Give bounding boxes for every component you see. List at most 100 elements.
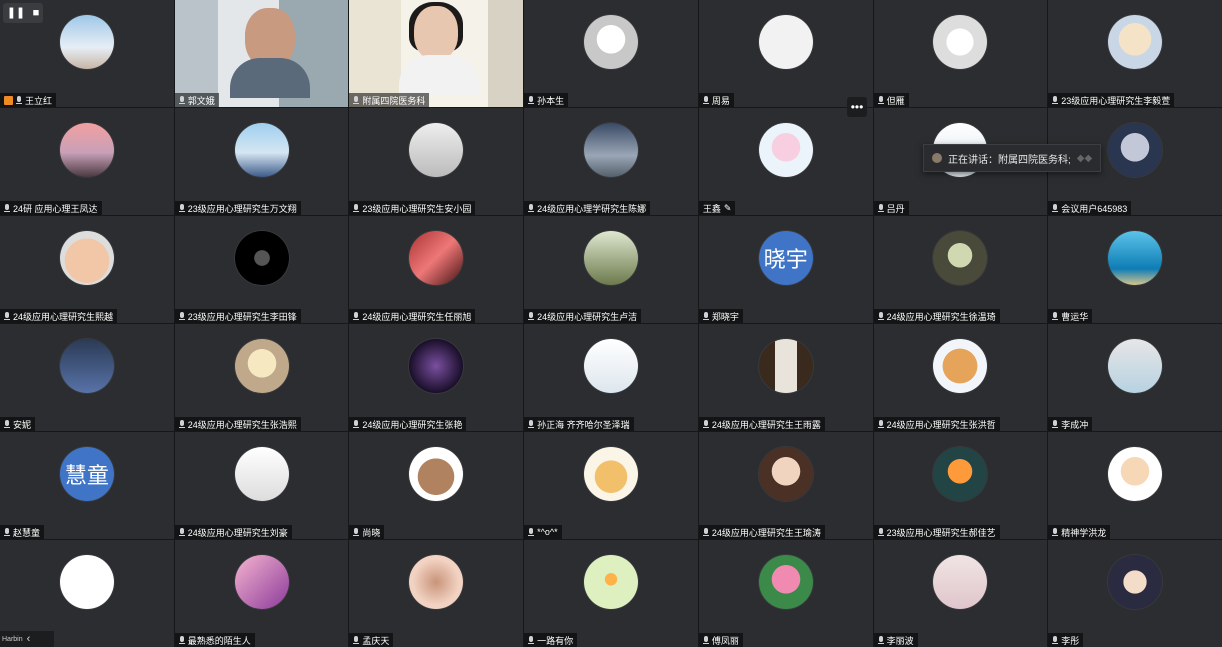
participant-name: 孙本生 — [537, 95, 565, 106]
participant-avatar — [234, 123, 289, 178]
participant-tile[interactable]: 李成冲 — [1048, 324, 1222, 431]
participant-name: 孟庆天 — [362, 635, 390, 646]
participant-name-bar: 24级应用心理研究生王瑜涛 — [698, 525, 825, 539]
collapse-chevron-icon[interactable]: ‹ — [27, 633, 31, 645]
participant-avatar — [933, 339, 988, 394]
participant-tile[interactable]: 曹运华 — [1048, 216, 1222, 323]
participant-tile[interactable]: 24级应用心理学研究生陈娜 — [524, 108, 698, 215]
participant-tile[interactable]: 24级应用心理研究生王雨露 — [698, 324, 873, 431]
participant-avatar — [583, 231, 638, 286]
participant-name: 李成冲 — [1061, 419, 1089, 430]
participant-name-bar: 安妮 — [0, 417, 36, 431]
participant-avatar — [583, 123, 638, 178]
participant-name-bar: 24级应用心理研究生张浩熙 — [174, 417, 301, 431]
participant-name: 郭文娥 — [187, 95, 215, 106]
microphone-icon — [1052, 204, 1059, 212]
participant-name-bar: 24级应用心理学研究生陈娜 — [524, 201, 651, 215]
participant-avatar: 晓宇 — [758, 231, 813, 286]
participant-tile[interactable]: 周易 — [698, 0, 873, 107]
microphone-icon — [1052, 312, 1059, 320]
pause-icon[interactable]: ❚❚ — [7, 7, 25, 19]
participant-name: 会议用户645983 — [1061, 203, 1128, 214]
microphone-icon — [877, 96, 884, 104]
microphone-icon — [353, 420, 360, 428]
microphone-icon — [4, 312, 10, 320]
participant-avatar — [758, 15, 813, 70]
microphone-icon — [702, 528, 709, 536]
participant-name-bar: 孙本生 — [524, 93, 569, 107]
microphone-icon — [178, 312, 185, 320]
participant-tile[interactable]: 24研 应用心理王凤达 — [0, 108, 174, 215]
participant-tile[interactable]: 24级应用心理研究生任丽旭 — [349, 216, 524, 323]
participant-tile[interactable]: 李丽波 — [873, 540, 1048, 647]
participant-name: 24级应用心理研究生徐温琦 — [886, 311, 996, 322]
participant-tile[interactable]: 郭文娥 — [174, 0, 349, 107]
participant-tile[interactable]: 23级应用心理研究生李毅萱 — [1048, 0, 1222, 107]
participant-name-bar: 会议用户645983 — [1048, 201, 1132, 215]
participant-name: 24级应用心理学研究生陈娜 — [537, 203, 647, 214]
participant-name: 24级应用心理研究生刘豪 — [187, 527, 288, 538]
participant-name: 24级应用心理研究生王雨露 — [711, 419, 821, 430]
participant-name-bar: 23级应用心理研究生李毅萱 — [1048, 93, 1175, 107]
participant-tile[interactable]: 23级应用心理研究生李田锋 — [174, 216, 349, 323]
participant-name-bar: 24级应用心理研究生刘豪 — [174, 525, 292, 539]
participant-tile[interactable]: 尚晓 — [349, 432, 524, 539]
participant-name-bar: 但雁 — [873, 93, 909, 107]
rename-pencil-icon[interactable]: ✎ — [724, 203, 732, 214]
participant-tile[interactable]: 24级应用心理研究生徐温琦 — [873, 216, 1048, 323]
stop-icon[interactable]: ■ — [33, 7, 40, 19]
participant-name: 赵慧童 — [13, 527, 41, 538]
participant-avatar — [933, 555, 988, 610]
participant-tile[interactable]: 23级应用心理研究生万文翔 — [174, 108, 349, 215]
participant-tile[interactable]: 24级应用心理研究生张浩熙 — [174, 324, 349, 431]
microphone-icon — [178, 96, 185, 104]
participant-tile[interactable]: 傅凤丽 — [698, 540, 873, 647]
participant-name: 24级应用心理研究生卢洁 — [537, 311, 638, 322]
microphone-icon — [1052, 420, 1059, 428]
participant-name: 郑晓宇 — [711, 311, 739, 322]
participant-tile[interactable]: 慧童 赵慧童 — [0, 432, 174, 539]
participant-tile[interactable]: 晓宇郑晓宇 — [698, 216, 873, 323]
participant-tile[interactable]: 最熟悉的陌生人 — [174, 540, 349, 647]
participant-tile[interactable]: 24级应用心理研究生张洪哲 — [873, 324, 1048, 431]
participant-tile[interactable]: 李彤 — [1048, 540, 1222, 647]
microphone-icon — [877, 312, 884, 320]
microphone-icon — [877, 636, 884, 644]
participant-name: 最熟悉的陌生人 — [187, 635, 251, 646]
participant-avatar — [409, 447, 464, 502]
participant-name-bar: 24级应用心理研究生张洪哲 — [873, 417, 1000, 431]
harbin-label: Harbin — [2, 635, 23, 643]
participant-tile[interactable]: 一路有你 — [524, 540, 698, 647]
host-icon — [4, 95, 13, 105]
participant-name-bar: 一路有你 — [524, 633, 578, 647]
participant-avatar — [409, 339, 464, 394]
microphone-icon — [528, 204, 535, 212]
participant-name-bar: 周易 — [698, 93, 734, 107]
participant-name-bar: 李丽波 — [873, 633, 918, 647]
microphone-icon — [353, 312, 360, 320]
participant-name-bar: 24级应用心理研究生张艳 — [349, 417, 467, 431]
participant-tile[interactable]: 安妮 — [0, 324, 174, 431]
more-options-button[interactable]: ••• — [847, 97, 867, 117]
participant-name: 24级应用心理研究生任丽旭 — [362, 311, 472, 322]
participant-tile[interactable]: 24级应用心理研究生王瑜涛 — [698, 432, 873, 539]
participant-tile[interactable]: 孙正海 齐齐哈尔圣泽瑞 — [524, 324, 698, 431]
participant-name: 一路有你 — [537, 635, 574, 646]
participant-tile[interactable]: 但雁 — [873, 0, 1048, 107]
participant-tile[interactable]: 23级应用心理研究生安小园 — [349, 108, 524, 215]
participant-tile[interactable]: 24级应用心理研究生熙越 — [0, 216, 174, 323]
participant-tile[interactable]: 王鑫 ✎ — [698, 108, 873, 215]
participant-tile[interactable]: 附属四院医务科 — [349, 0, 524, 107]
microphone-icon — [353, 528, 360, 536]
participant-tile[interactable]: 24级应用心理研究生张艳 — [349, 324, 524, 431]
participant-tile[interactable]: 孟庆天 — [349, 540, 524, 647]
participant-tile[interactable]: 孙本生 — [524, 0, 698, 107]
participant-tile[interactable]: 24级应用心理研究生卢洁 — [524, 216, 698, 323]
dismiss-chevron-icon[interactable]: ◆◆ — [1077, 153, 1092, 164]
participant-tile[interactable]: 23级应用心理研究生郝佳艺 — [873, 432, 1048, 539]
participant-name-bar: 23级应用心理研究生李田锋 — [174, 309, 301, 323]
participant-tile[interactable]: 24级应用心理研究生刘豪 — [174, 432, 349, 539]
participant-tile[interactable]: *^o^* — [524, 432, 698, 539]
participant-tile[interactable]: 精神学洪龙 — [1048, 432, 1222, 539]
participant-name: 23级应用心理研究生李毅萱 — [1061, 95, 1171, 106]
